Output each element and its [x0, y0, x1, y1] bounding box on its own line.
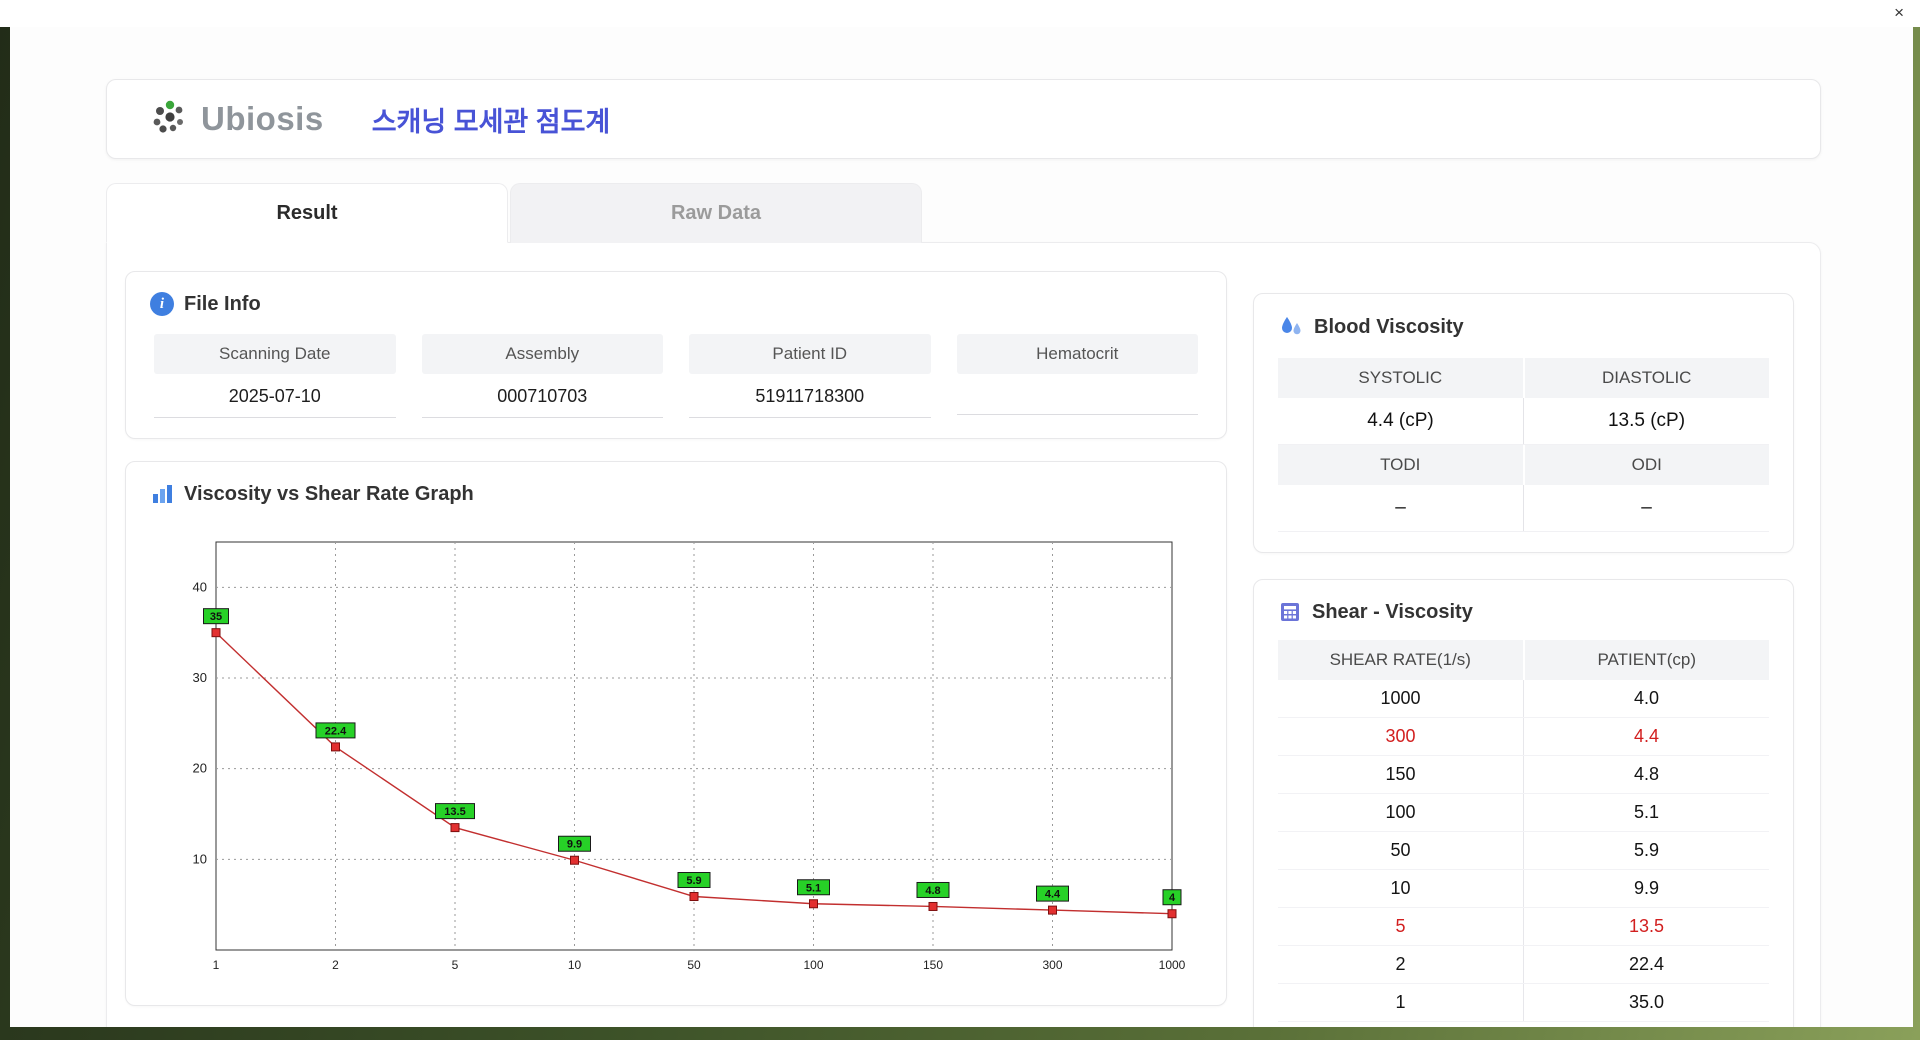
table-row: 50 5.9: [1278, 832, 1769, 870]
blood-viscosity-title: Blood Viscosity: [1314, 315, 1464, 338]
page-title: 스캐닝 모세관 점도계: [371, 106, 611, 137]
brand-name: Ubiosis: [201, 100, 324, 137]
svg-text:35: 35: [210, 611, 222, 623]
app-window: Ubiosis 스캐닝 모세관 점도계 Result Raw Data i Fi…: [10, 27, 1913, 1027]
systolic-label: SYSTOLIC: [1278, 358, 1523, 398]
field-label: Hematocrit: [956, 334, 1198, 374]
shear-rate-value: 150: [1385, 764, 1416, 784]
shear-viscosity-table: SHEAR RATE(1/s) PATIENT(cp) 1000 4.0 300…: [1278, 640, 1769, 1022]
brand-logo: Ubiosis: [149, 97, 324, 141]
svg-text:20: 20: [193, 761, 207, 776]
diastolic-value: 13.5 (cP): [1523, 398, 1769, 444]
file-info-title: File Info: [184, 292, 261, 315]
svg-text:5.9: 5.9: [686, 875, 701, 887]
field-patient-id: Patient ID 51911718300: [689, 334, 931, 418]
field-assembly: Assembly 000710703: [421, 334, 663, 418]
table-row: 5 13.5: [1278, 908, 1769, 946]
file-info-panel: i File Info Scanning Date 2025-07-10 Ass…: [125, 271, 1227, 439]
info-icon: i: [150, 292, 174, 316]
patient-value: 13.5: [1523, 908, 1769, 945]
shear-rate-column-header: SHEAR RATE(1/s): [1278, 640, 1523, 680]
tab-bar: Result Raw Data: [106, 183, 1821, 243]
blood-viscosity-grid: SYSTOLIC DIASTOLIC 4.4 (cP) 13.5 (cP) TO…: [1278, 358, 1769, 532]
table-row: 10 9.9: [1278, 870, 1769, 908]
systolic-value: 4.4 (cP): [1367, 410, 1434, 431]
shear-viscosity-panel: Shear - Viscosity SHEAR RATE(1/s) PATIEN…: [1253, 579, 1794, 1027]
result-content: i File Info Scanning Date 2025-07-10 Ass…: [106, 242, 1821, 1027]
graph-title: Viscosity vs Shear Rate Graph: [184, 482, 474, 505]
patient-value: 35.0: [1523, 984, 1769, 1021]
close-icon[interactable]: ×: [1894, 3, 1904, 23]
tab-raw-data[interactable]: Raw Data: [510, 183, 922, 243]
shear-rate-value: 1000: [1380, 688, 1421, 708]
svg-text:5.1: 5.1: [806, 882, 821, 894]
water-drops-icon: [1278, 314, 1304, 340]
shear-rate-value: 1: [1395, 992, 1406, 1012]
svg-text:50: 50: [687, 958, 701, 972]
window-titlebar: ×: [0, 0, 1920, 27]
svg-text:1000: 1000: [1159, 958, 1186, 972]
table-row: 1000 4.0: [1278, 680, 1769, 718]
shear-viscosity-title: Shear - Viscosity: [1312, 600, 1473, 623]
table-row: 2 22.4: [1278, 946, 1769, 984]
patient-column-header: PATIENT(cp): [1522, 640, 1769, 680]
table-row: 100 5.1: [1278, 794, 1769, 832]
svg-text:150: 150: [923, 958, 943, 972]
shear-rate-value: 300: [1385, 726, 1416, 746]
tab-result[interactable]: Result: [106, 183, 508, 243]
svg-text:22.4: 22.4: [325, 725, 347, 737]
svg-text:30: 30: [193, 670, 207, 685]
svg-text:10: 10: [568, 958, 582, 972]
odi-value: –: [1523, 485, 1769, 531]
todi-value: –: [1395, 497, 1406, 518]
bar-chart-icon: [150, 482, 174, 506]
patient-value: 4.8: [1523, 756, 1769, 793]
field-scanning-date: Scanning Date 2025-07-10: [154, 334, 396, 418]
patient-value: 4.0: [1523, 680, 1769, 717]
patient-value: 22.4: [1523, 946, 1769, 983]
field-label: Scanning Date: [154, 334, 396, 374]
field-value: [956, 374, 1198, 415]
app-header: Ubiosis 스캐닝 모세관 점도계: [106, 79, 1821, 159]
table-row: 1 35.0: [1278, 984, 1769, 1022]
svg-text:4: 4: [1169, 892, 1176, 904]
table-row: 300 4.4: [1278, 718, 1769, 756]
todi-label: TODI: [1278, 445, 1523, 485]
patient-value: 5.1: [1523, 794, 1769, 831]
svg-text:4.4: 4.4: [1045, 889, 1061, 901]
patient-value: 9.9: [1523, 870, 1769, 907]
svg-text:5: 5: [452, 958, 459, 972]
shear-rate-value: 5: [1395, 916, 1406, 936]
table-row: 150 4.8: [1278, 756, 1769, 794]
shear-rate-value: 10: [1390, 878, 1411, 898]
ubiosis-logo-icon: [149, 97, 193, 141]
svg-text:9.9: 9.9: [567, 839, 582, 851]
svg-text:13.5: 13.5: [444, 806, 465, 818]
field-hematocrit: Hematocrit: [956, 334, 1198, 418]
blood-viscosity-panel: Blood Viscosity SYSTOLIC DIASTOLIC 4.4 (…: [1253, 293, 1794, 553]
field-value: 2025-07-10: [154, 374, 396, 418]
field-value: 000710703: [421, 374, 663, 418]
shear-rate-value: 2: [1395, 954, 1406, 974]
table-header: SHEAR RATE(1/s) PATIENT(cp): [1278, 640, 1769, 680]
svg-text:2: 2: [332, 958, 339, 972]
viscosity-chart: 10 20 30 40 1 2 5 10 50 100 150 300 1000 35 22.4 13.5 9.…: [193, 541, 1186, 972]
svg-text:40: 40: [193, 579, 207, 594]
svg-text:300: 300: [1042, 958, 1062, 972]
svg-text:100: 100: [803, 958, 823, 972]
field-value: 51911718300: [689, 374, 931, 418]
field-label: Assembly: [421, 334, 663, 374]
patient-value: 4.4: [1523, 718, 1769, 755]
diastolic-label: DIASTOLIC: [1522, 358, 1769, 398]
svg-text:10: 10: [193, 851, 207, 866]
odi-label: ODI: [1522, 445, 1769, 485]
shear-rate-value: 100: [1385, 802, 1416, 822]
field-label: Patient ID: [689, 334, 931, 374]
table-grid-icon: [1278, 600, 1302, 624]
graph-panel: Viscosity vs Shear Rate Graph 10 20 30 40 1 2…: [125, 461, 1227, 1006]
patient-value: 5.9: [1523, 832, 1769, 869]
svg-text:4.8: 4.8: [925, 885, 940, 897]
svg-text:1: 1: [213, 958, 220, 972]
shear-rate-value: 50: [1390, 840, 1411, 860]
